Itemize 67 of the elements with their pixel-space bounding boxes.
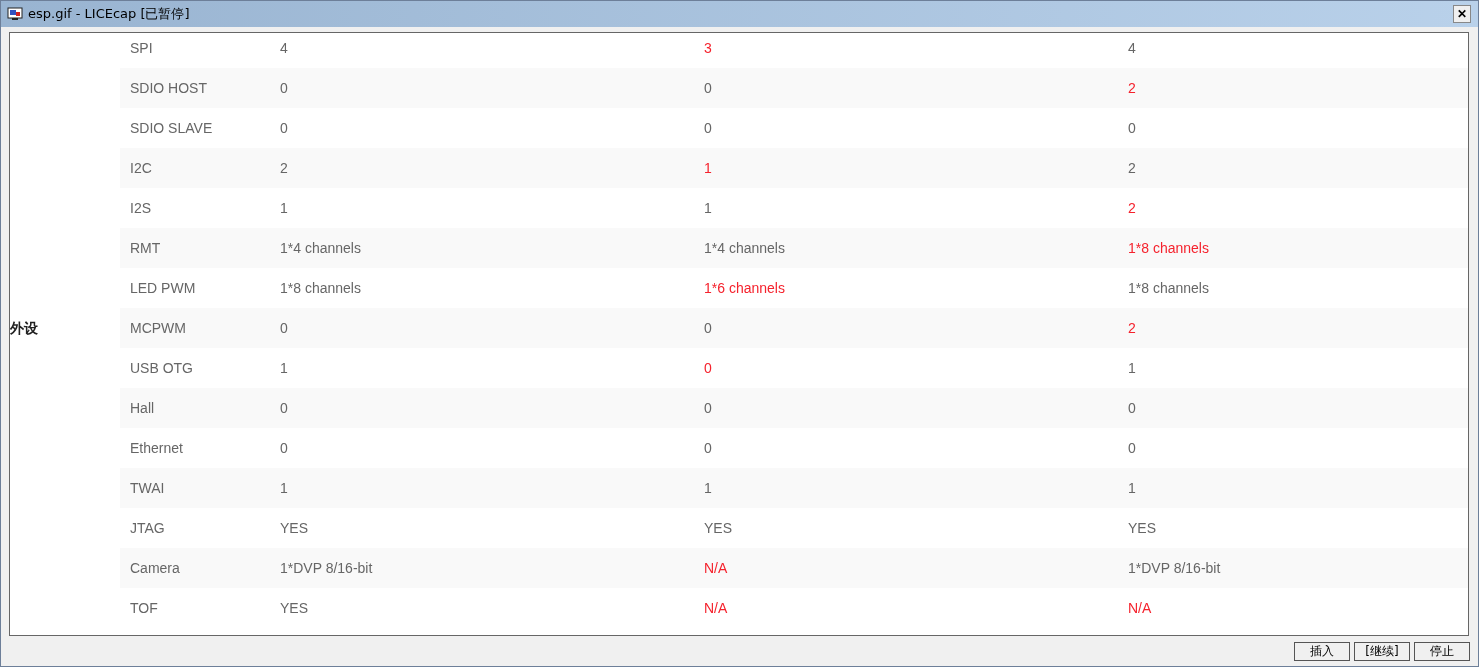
table-cell: SDIO SLAVE [130,120,213,136]
table-cell: 0 [704,320,712,336]
window-title: esp.gif - LICEcap [已暂停] [28,5,191,23]
table-cell: 1*DVP 8/16-bit [1128,560,1221,576]
category-label: 外设 [10,320,38,338]
table-cell: TOF [130,600,158,616]
close-button[interactable]: ✕ [1453,5,1471,23]
table-cell: RMT [130,240,161,256]
table-cell: SPI [130,40,153,56]
table-cell: LED PWM [130,280,196,296]
table-cell: 4 [1128,40,1136,56]
table-cell: Hall [130,400,155,416]
table-cell: 0 [280,440,288,456]
table-cell: N/A [704,600,728,616]
table-cell: N/A [704,560,728,576]
table-cell: 0 [280,320,288,336]
table-cell: 1 [280,480,288,496]
table-cell: 1*8 channels [1128,240,1209,256]
table-cell: Camera [130,560,180,576]
table-cell: 0 [1128,120,1136,136]
table-cell: 0 [280,120,288,136]
table-cell: 1 [1128,480,1136,496]
table-cell: 1 [704,160,712,176]
toolbar-button[interactable]: 插入 [1294,642,1350,661]
table-cell: 2 [1128,320,1136,336]
table-cell: 0 [1128,400,1136,416]
table-cell: MCPWM [130,320,186,336]
table-cell: 0 [280,80,288,96]
table-cell: 1*4 channels [704,240,785,256]
table-cell: JTAG [130,520,165,536]
table-cell: 2 [1128,200,1136,216]
table-cell: 1*8 channels [1128,280,1209,296]
table-cell: 2 [1128,160,1136,176]
monitor-icon [7,6,23,22]
table-cell: I2C [130,160,152,176]
toolbar-button[interactable]: 停止 [1414,642,1470,661]
toolbar-button[interactable]: [继续] [1354,642,1410,661]
table-cell: 1 [280,360,288,376]
table-cell: 0 [704,440,712,456]
table-cell: 0 [1128,440,1136,456]
table-cell: N/A [1128,600,1152,616]
table-cell: YES [280,600,308,616]
table-cell: TWAI [130,480,165,496]
table-cell: 1*6 channels [704,280,785,296]
table-cell: 0 [704,360,712,376]
table-cell: YES [704,520,732,536]
table-cell: 3 [704,40,712,56]
table-cell: 1 [704,200,712,216]
table-cell: USB OTG [130,360,193,376]
table-cell: I2S [130,200,151,216]
table-cell: 2 [280,160,288,176]
table-cell: 0 [280,400,288,416]
table-cell: Ethernet [130,440,183,456]
table-cell: SDIO HOST [130,80,207,96]
table-cell: 1 [704,480,712,496]
table-cell: 0 [704,400,712,416]
table-cell: 0 [704,120,712,136]
table-cell: YES [1128,520,1156,536]
table-cell: 4 [280,40,288,56]
table-cell: YES [280,520,308,536]
table-cell: 1*DVP 8/16-bit [280,560,373,576]
table-cell: 2 [1128,80,1136,96]
table-cell: 1*4 channels [280,240,361,256]
table-cell: 1*8 channels [280,280,361,296]
table-cell: 1 [280,200,288,216]
table-cell: 0 [704,80,712,96]
table-cell: 1 [1128,360,1136,376]
